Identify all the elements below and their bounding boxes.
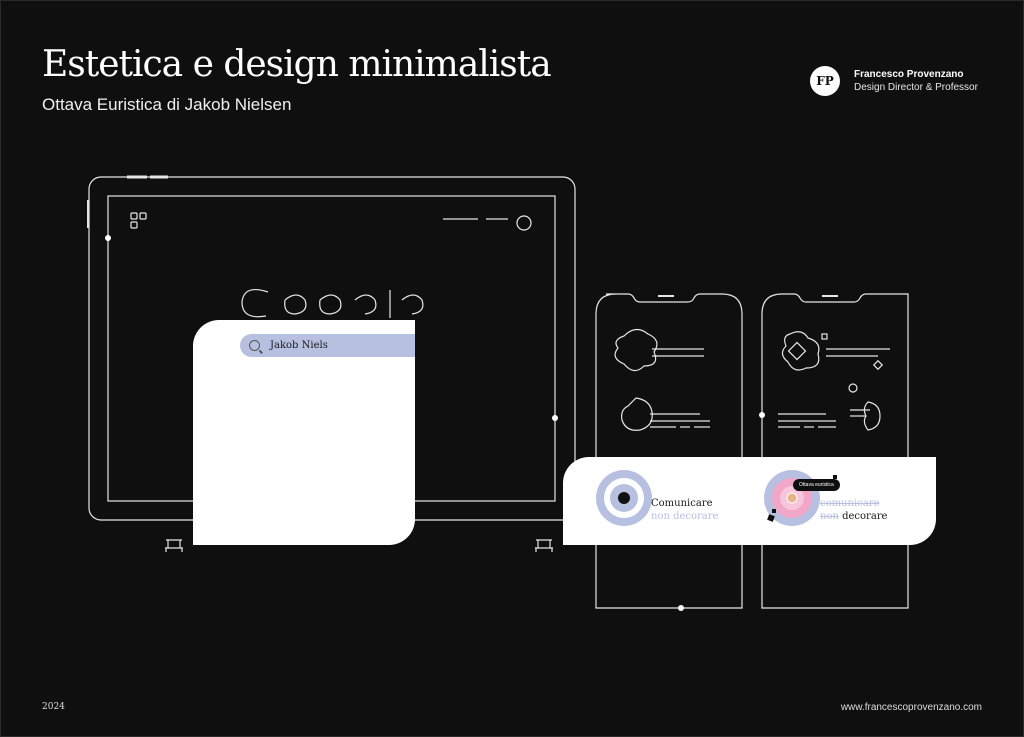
- chair-icon-right: [535, 539, 553, 552]
- search-query: Jakob Niels: [270, 340, 328, 351]
- slogan-right-strike: non: [820, 511, 839, 522]
- blob-shape-1: [614, 328, 658, 372]
- footer-year: 2024: [42, 702, 65, 712]
- phone-right-outline: [761, 293, 909, 609]
- slogan-left-line1: Comunicare: [651, 498, 713, 509]
- avatar-icon: [516, 215, 532, 231]
- slogan-right: comunicare non decorare: [820, 497, 887, 523]
- chair-icon-left: [165, 539, 183, 552]
- comparison-card: Comunicare non decorare Ottava euristica…: [563, 457, 936, 545]
- footer-url[interactable]: www.francescoprovenzano.com: [841, 702, 982, 713]
- search-input[interactable]: Jakob Niels: [240, 334, 415, 357]
- slogan-right-line1: comunicare: [820, 498, 880, 509]
- app-grid-icon: [130, 212, 147, 229]
- search-icon: [249, 340, 260, 351]
- blob-shape-4: [863, 401, 881, 431]
- slogan-right-line2: decorare: [842, 511, 888, 522]
- blob-shape-2: [621, 397, 653, 431]
- phone-left-outline: [595, 293, 743, 609]
- slogan-left-line2: non decorare: [651, 511, 719, 522]
- search-logo-outline: [241, 289, 424, 318]
- diamond-shape: [787, 341, 807, 361]
- device-illustration: [87, 175, 909, 611]
- label-badge: Ottava euristica: [793, 479, 840, 491]
- search-results-card: Jakob Niels: [193, 320, 415, 545]
- slogan-left: Comunicare non decorare: [651, 497, 718, 523]
